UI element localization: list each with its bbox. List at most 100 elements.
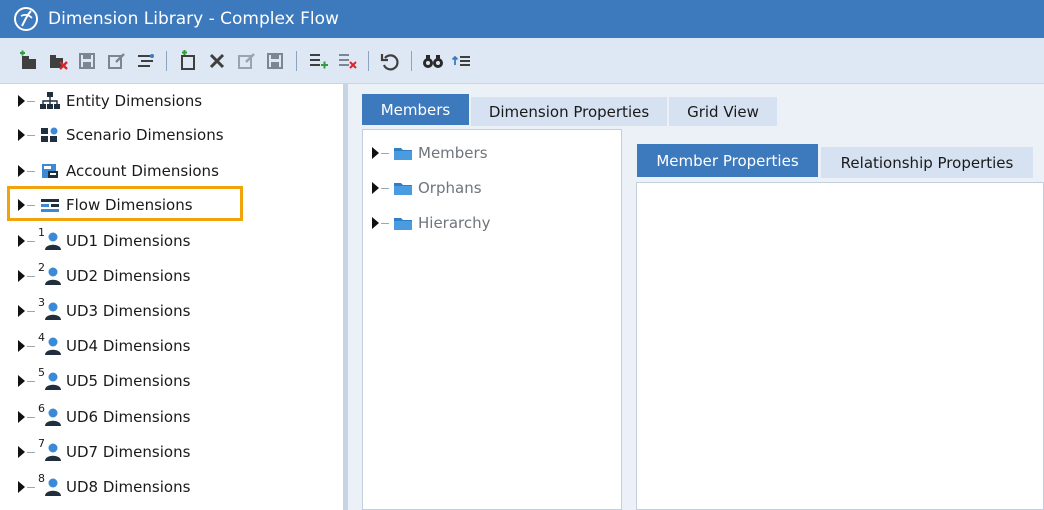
expand-arrow-icon[interactable] [18, 375, 25, 387]
tab-relationship-properties[interactable]: Relationship Properties [821, 147, 1033, 178]
edit-dimension-icon[interactable] [103, 48, 129, 74]
expand-arrow-icon[interactable] [18, 305, 25, 317]
tab-member-properties[interactable]: Member Properties [637, 144, 818, 177]
tree-item-ud3-dimensions[interactable]: 3 UD3 Dimensions [18, 296, 190, 326]
refresh-icon[interactable] [377, 48, 403, 74]
account-icon [38, 160, 62, 182]
tree-connector [27, 486, 35, 488]
tab-grid-view[interactable]: Grid View [669, 97, 777, 126]
tree-item-label: UD6 Dimensions [66, 408, 191, 426]
ud-number-badge: 4 [38, 331, 45, 344]
tree-connector [27, 170, 35, 172]
expand-arrow-icon[interactable] [18, 446, 25, 458]
folder-icon [392, 142, 414, 164]
tree-item-account-dimensions[interactable]: Account Dimensions [18, 156, 219, 186]
title-bar: Dimension Library - Complex Flow [0, 0, 1044, 38]
tree-item-ud5-dimensions[interactable]: 5 UD5 Dimensions [18, 366, 190, 396]
ud-number-badge: 2 [38, 261, 45, 274]
app-logo-icon [12, 5, 40, 33]
tree-item-ud4-dimensions[interactable]: 4 UD4 Dimensions [18, 331, 190, 361]
tree-connector [381, 187, 389, 189]
tree-item-label: Scenario Dimensions [66, 126, 224, 144]
expand-arrow-icon[interactable] [18, 129, 25, 141]
tab-members[interactable]: Members [362, 94, 469, 125]
members-folder[interactable]: Members [372, 140, 488, 166]
expand-arrow-icon[interactable] [18, 481, 25, 493]
toolbar-separator [296, 50, 297, 71]
expand-arrow-icon[interactable] [372, 147, 379, 159]
tree-item-ud2-dimensions[interactable]: 2 UD2 Dimensions [18, 261, 190, 291]
expand-arrow-icon[interactable] [18, 340, 25, 352]
ud-number-badge: 3 [38, 296, 45, 309]
entity-hierarchy-icon [38, 90, 62, 112]
ud-number-badge: 7 [38, 437, 45, 450]
add-relationship-icon[interactable] [305, 48, 331, 74]
tree-item-label: UD7 Dimensions [66, 443, 191, 461]
tree-connector [27, 345, 35, 347]
tree-connector [27, 380, 35, 382]
user-defined-2-icon: 2 [38, 261, 62, 287]
sort-icon[interactable] [449, 48, 475, 74]
user-defined-7-icon: 7 [38, 437, 62, 463]
hierarchy-folder[interactable]: Hierarchy [372, 210, 491, 236]
expand-arrow-icon[interactable] [18, 235, 25, 247]
tree-item-flow-dimensions[interactable]: Flow Dimensions [18, 190, 193, 220]
tree-connector [381, 152, 389, 154]
tree-connector [27, 275, 35, 277]
expand-arrow-icon[interactable] [18, 199, 25, 211]
tree-item-label: Entity Dimensions [66, 92, 203, 110]
tree-connector [27, 100, 35, 102]
toolbar-separator [368, 50, 369, 71]
hierarchy-icon[interactable] [132, 48, 158, 74]
tree-item-label: UD2 Dimensions [66, 267, 191, 285]
tree-item-ud8-dimensions[interactable]: 8 UD8 Dimensions [18, 472, 190, 502]
tree-connector [27, 310, 35, 312]
tree-item-entity-dimensions[interactable]: Entity Dimensions [18, 86, 202, 116]
folder-icon [392, 177, 414, 199]
tab-dimension-properties[interactable]: Dimension Properties [471, 97, 667, 126]
tree-item-label: UD1 Dimensions [66, 232, 191, 250]
delete-member-icon[interactable] [204, 48, 230, 74]
expand-arrow-icon[interactable] [18, 411, 25, 423]
expand-arrow-icon[interactable] [18, 270, 25, 282]
edit-member-icon[interactable] [233, 48, 259, 74]
tree-item-ud6-dimensions[interactable]: 6 UD6 Dimensions [18, 402, 190, 432]
tree-item-ud7-dimensions[interactable]: 7 UD7 Dimensions [18, 437, 190, 467]
ud-number-badge: 5 [38, 366, 45, 379]
tree-item-label: UD4 Dimensions [66, 337, 191, 355]
search-binoculars-icon[interactable] [420, 48, 446, 74]
toolbar-separator [411, 50, 412, 71]
tree-item-label: UD8 Dimensions [66, 478, 191, 496]
tree-item-label: Account Dimensions [66, 162, 219, 180]
tree-item-scenario-dimensions[interactable]: Scenario Dimensions [18, 120, 224, 150]
expand-arrow-icon[interactable] [18, 95, 25, 107]
remove-relationship-icon[interactable] [334, 48, 360, 74]
window-title: Dimension Library - Complex Flow [48, 9, 339, 29]
expand-arrow-icon[interactable] [372, 217, 379, 229]
folder-label: Members [418, 144, 488, 162]
delete-dimension-icon[interactable] [45, 48, 71, 74]
save-dimension-icon[interactable] [74, 48, 100, 74]
toolbar-separator [166, 50, 167, 71]
tree-item-ud1-dimensions[interactable]: 1 UD1 Dimensions [18, 226, 190, 256]
folder-label: Orphans [418, 179, 482, 197]
folder-icon [392, 212, 414, 234]
user-defined-6-icon: 6 [38, 402, 62, 428]
save-member-icon[interactable] [262, 48, 288, 74]
expand-arrow-icon[interactable] [372, 182, 379, 194]
tree-connector [27, 240, 35, 242]
tree-connector [27, 451, 35, 453]
expand-arrow-icon[interactable] [18, 165, 25, 177]
ud-number-badge: 6 [38, 402, 45, 415]
user-defined-5-icon: 5 [38, 366, 62, 392]
orphans-folder[interactable]: Orphans [372, 175, 482, 201]
tree-connector [381, 222, 389, 224]
new-member-icon[interactable] [175, 48, 201, 74]
tree-item-label: UD3 Dimensions [66, 302, 191, 320]
toolbar [0, 38, 1044, 84]
create-dimension-icon[interactable] [16, 48, 42, 74]
tree-connector [27, 416, 35, 418]
tree-connector [27, 134, 35, 136]
tree-connector [27, 204, 35, 206]
tree-item-label: UD5 Dimensions [66, 372, 191, 390]
